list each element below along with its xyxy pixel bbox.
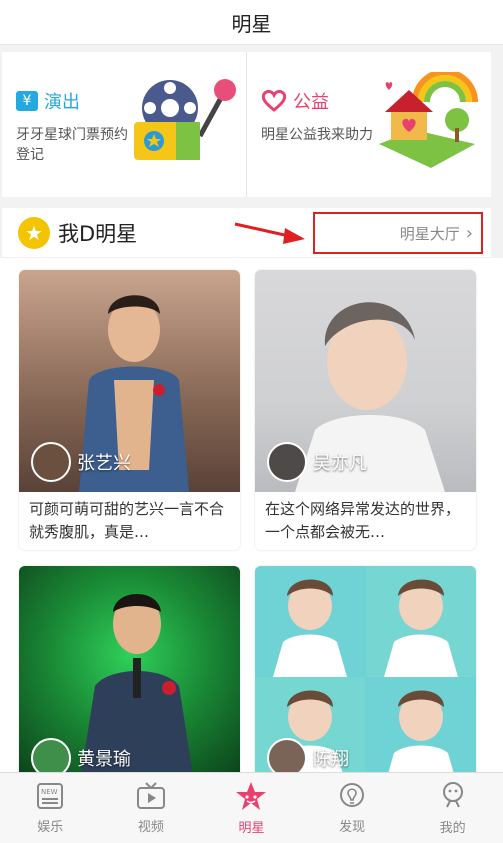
chevron-right-icon: ›	[465, 222, 473, 244]
svg-text:NEW: NEW	[41, 788, 58, 796]
tab-stars[interactable]: 明星	[201, 773, 302, 843]
section-title: 我D明星	[58, 221, 138, 246]
star-identity: 张艺兴	[31, 442, 131, 482]
tab-discover[interactable]: 发现	[302, 773, 403, 843]
performance-card-header: ¥ 演出	[16, 88, 80, 114]
feature-cards: ¥ 演出 牙牙星球门票预约登记 公益 明星公益我来助力	[2, 52, 491, 197]
star-caption: 可颜可萌可甜的艺兴一言不合就秀腹肌，真是…	[29, 500, 225, 541]
charity-card-desc: 明星公益我来助力	[261, 127, 373, 143]
tab-label: 明星	[238, 820, 265, 836]
star-card[interactable]: 张艺兴 可颜可萌可甜的艺兴一言不合就秀腹肌，真是…	[19, 270, 240, 550]
star-card[interactable]: 陈翔	[255, 566, 476, 788]
star-identity: 吴亦凡	[267, 442, 367, 482]
star-icon	[236, 781, 267, 810]
heart-icon	[261, 90, 287, 112]
performance-card-desc: 牙牙星球门票预约登记	[16, 127, 128, 163]
star-caption: 在这个网络异常发达的世界，一个点都会被无…	[265, 500, 461, 541]
star-grid: 张艺兴 可颜可萌可甜的艺兴一言不合就秀腹肌，真是… 吴亦凡 在这个网络异常发达的…	[0, 258, 503, 788]
tab-label: 发现	[339, 819, 366, 835]
charity-card[interactable]: 公益 明星公益我来助力	[246, 52, 491, 197]
film-ticket-illustration	[134, 79, 236, 160]
star-photo: 吴亦凡	[255, 270, 476, 492]
charity-card-title: 公益	[293, 92, 329, 113]
star-name: 黄景瑜	[77, 749, 131, 770]
house-rainbow-illustration	[379, 72, 478, 168]
avatar	[267, 442, 307, 482]
yen-icon: ¥	[16, 91, 38, 111]
news-icon: NEW	[37, 782, 64, 809]
tab-video[interactable]: 视频	[101, 773, 202, 843]
bulb-icon	[340, 782, 365, 807]
star-card[interactable]: 黄景瑜	[19, 566, 240, 788]
page-title: 明星	[231, 11, 272, 36]
bottom-tab-bar: NEW 娱乐 视频 明星 发现 我的	[0, 772, 503, 843]
performance-card[interactable]: ¥ 演出 牙牙星球门票预约登记	[2, 52, 246, 197]
tab-me[interactable]: 我的	[402, 773, 503, 843]
star-card[interactable]: 吴亦凡 在这个网络异常发达的世界，一个点都会被无…	[255, 270, 476, 550]
tab-label: 娱乐	[37, 819, 64, 835]
tab-label: 视频	[137, 819, 164, 835]
nav-bar: 明星	[0, 0, 503, 45]
star-photo: 黄景瑜	[19, 566, 240, 788]
star-photo: 陈翔	[255, 566, 476, 788]
tv-icon	[136, 781, 165, 809]
star-name: 陈翔	[313, 749, 349, 770]
avatar	[31, 442, 71, 482]
performance-card-title: 演出	[44, 92, 80, 113]
star-photo: 张艺兴	[19, 270, 240, 492]
tab-label: 我的	[439, 820, 466, 836]
star-badge-icon: ★	[18, 216, 50, 249]
star-hall-label: 明星大厅	[399, 224, 460, 243]
star-name: 张艺兴	[77, 453, 131, 474]
star-name: 吴亦凡	[313, 453, 367, 474]
profile-icon	[442, 781, 463, 807]
tab-entertainment[interactable]: NEW 娱乐	[0, 773, 101, 843]
charity-card-header: 公益	[261, 88, 329, 114]
annotation-arrow-icon	[234, 222, 305, 244]
star-hall-link[interactable]: 明星大厅 ›	[313, 212, 483, 254]
